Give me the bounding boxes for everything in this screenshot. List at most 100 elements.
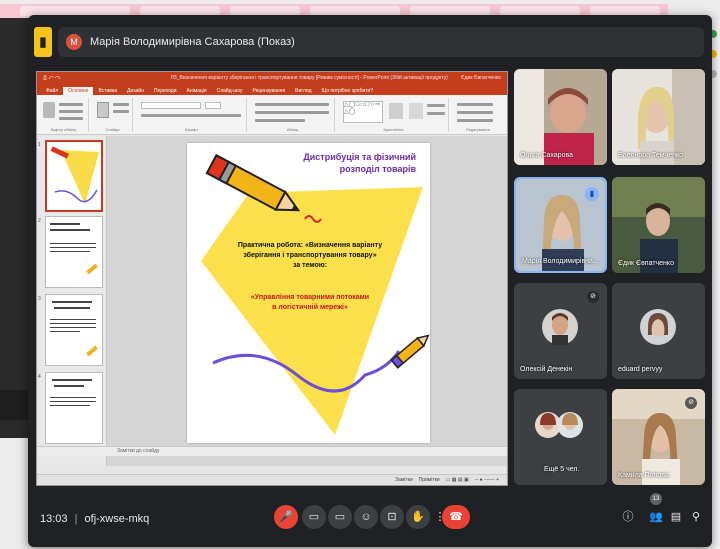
ribbon-group-label: Буфер обміну [50,127,77,132]
hangup-icon: ☎ [449,511,463,523]
ribbon-control[interactable] [427,104,445,107]
new-slide-icon[interactable] [97,102,109,118]
slide-text-line: в логістичній мережі» [272,304,348,311]
meeting-code[interactable]: ofj-xwse-mkq [85,513,150,525]
participant-name: Олексій Денекін [520,366,573,373]
activities-icon: ⚲ [691,511,701,523]
quick-styles-icon[interactable] [409,103,423,119]
paste-icon[interactable] [43,102,55,118]
meet-window: ▮ M Марія Володимирівна Сахарова (Показ)… [28,15,712,547]
ppt-tab-tell-me[interactable]: Що потрібно зробити? [317,87,379,95]
find-control[interactable] [457,103,493,106]
thumbnail-text [54,385,84,387]
arrange-icon[interactable] [389,103,403,119]
thumbnail-text [50,229,90,231]
mic-off-icon: 🎤 [279,511,293,523]
meeting-time-code: 13:03 | ofj-xwse-mkq [40,513,149,525]
ppt-tab-slideshow[interactable]: Слайд-шоу [212,87,248,95]
mic-off-icon: ⊘ [587,291,599,303]
ppt-account-name[interactable]: Єдик Євпатченко [461,75,501,81]
captions-button[interactable]: ▭ [302,505,326,529]
slide-thumbnail-1[interactable] [45,140,103,212]
participant-name: Камила Попова [618,472,669,479]
slide-number: 4 [38,374,41,380]
participant-name: Ольга Сахарова [520,152,573,159]
ppt-tab-file[interactable]: Файл [41,87,63,95]
ribbon-control[interactable] [59,117,83,120]
participant-tile[interactable]: eduard pervyy [612,283,705,379]
raise-hand-icon: ✋ [411,511,425,523]
ppt-tab-animation[interactable]: Анімація [182,87,212,95]
comments-toggle[interactable]: Примітки [419,477,440,483]
zoom-slider[interactable]: ─ ● ─── + [475,477,499,483]
paragraph-controls[interactable] [255,103,329,106]
select-control[interactable] [457,119,493,122]
ppt-workspace: 1 2 3 4 Дистрибуція та фізичний розподіл… [37,136,507,466]
slide-thumbnail-2[interactable] [45,216,103,288]
emoji-button[interactable]: ☺ [354,505,378,529]
ppt-tab-insert[interactable]: Вставка [93,87,122,95]
participant-name: Марія Володимирівна... [522,258,599,265]
participant-tile[interactable]: Ольга Сахарова [514,69,607,165]
ppt-tab-view[interactable]: Вигляд [290,87,316,95]
quick-access-icon[interactable]: ⎙ ↶ ↷ [43,75,60,81]
ribbon-control[interactable] [59,103,83,106]
font-size-select[interactable] [205,102,221,109]
meeting-info-button[interactable]: ⓘ [620,509,636,525]
shapes-gallery[interactable]: △◯□▭⬠☆⇨⌒⟨⟩△◯ [343,101,383,123]
ribbon-group-editing: Редагування [453,98,503,132]
thumbnail-text [52,379,92,381]
slide-text-line: за темою: [292,262,328,269]
participant-tile[interactable]: Єдик Євпатченко [612,177,705,273]
activities-button[interactable]: ⚲ [688,509,704,525]
chat-button[interactable]: ▤ [668,509,684,525]
participant-tile[interactable]: Елеонора Темченко [612,69,705,165]
raise-hand-button[interactable]: ✋ [406,505,430,529]
replace-control[interactable] [457,111,493,114]
ppt-window-title: ЛЗ_Визначення варіанту зберігання і тран… [170,75,448,81]
slide-body-text: Практична робота: «Визначення варіанту з… [235,241,385,271]
present-button[interactable]: ⊡ [380,505,404,529]
participant-tile-active-speaker[interactable]: ▮ Марія Володимирівна... [514,177,607,273]
ribbon-control[interactable] [113,110,129,113]
view-buttons[interactable]: ▭ ▦ ▤ ▣ [446,477,469,483]
thumbnail-text [50,319,96,320]
emoji-icon: ☺ [360,511,372,523]
paragraph-controls[interactable] [255,119,305,122]
participant-tile[interactable]: ⊘ Олексій Денекін [514,283,607,379]
current-slide[interactable]: Дистрибуція та фізичний розподіл товарів… [187,143,430,443]
pencil-icon [86,263,98,275]
camera-icon: ▭ [334,511,346,523]
mic-off-button[interactable]: 🎤 [274,505,298,529]
ppt-ribbon-tabs: Файл Основне Вставка Дизайн Переходи Ані… [37,84,507,95]
people-button[interactable]: 👥 [648,509,664,525]
ribbon-group-label: Шрифт [184,127,199,132]
notes-toggle[interactable]: Замітки [395,477,413,483]
ribbon-control[interactable] [427,112,445,115]
ppt-tab-review[interactable]: Рецензування [248,87,291,95]
thumbnail-text [50,327,96,328]
slides-logo-icon[interactable]: ▮ [34,27,52,57]
participant-tile-others[interactable]: Ещё 5 чел. [514,389,607,485]
font-name-select[interactable] [141,102,201,109]
participant-video [612,69,705,165]
info-icon: ⓘ [622,511,634,523]
ribbon-control[interactable] [113,103,129,106]
presentation-bar: M Марія Володимирівна Сахарова (Показ) [58,27,704,57]
slide-notes[interactable]: Замітки до слайду [37,446,507,456]
font-format-controls[interactable] [141,114,241,117]
ribbon-control[interactable] [59,110,83,113]
paragraph-controls[interactable] [255,111,329,114]
slide-thumbnail-4[interactable] [45,372,103,444]
slide-thumbnail-3[interactable] [45,294,103,366]
ppt-tab-design[interactable]: Дизайн [122,87,149,95]
ribbon-group-drawing: △◯□▭⬠☆⇨⌒⟨⟩△◯ Креслення [339,98,449,132]
slide-number: 2 [38,218,41,224]
end-call-button[interactable]: ☎ [442,505,470,529]
ppt-tab-home[interactable]: Основне [63,87,94,95]
ppt-tab-transitions[interactable]: Переходи [149,87,182,95]
participant-tile[interactable]: ⊘ Камила Попова [612,389,705,485]
camera-button[interactable]: ▭ [328,505,352,529]
small-pencil-icon [390,334,430,369]
slide-topic-text: «Управління товарними потоками в логісти… [243,293,377,313]
